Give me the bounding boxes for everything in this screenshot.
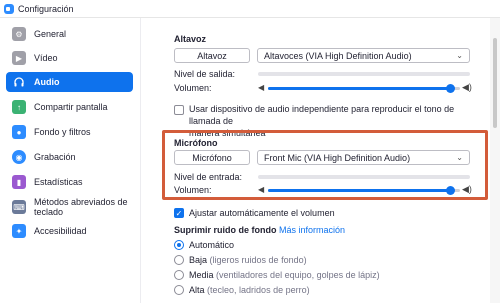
noise-option-high-label: Alta (tecleo, ladridos de perro): [189, 285, 310, 295]
auto-adjust-volume-label: Ajustar automáticamente el volumen: [189, 208, 335, 218]
sidebar-item-statistics[interactable]: ▮ Estadísticas: [6, 172, 133, 192]
volume-high-icon: ◀): [462, 184, 472, 194]
accessibility-icon: ✦: [12, 224, 26, 238]
record-icon: ◉: [12, 150, 26, 164]
settings-sidebar: ⚙ General ▶ Vídeo Audio ↑ Compartir pant…: [0, 18, 141, 303]
sidebar-item-accessibility[interactable]: ✦ Accesibilidad: [6, 221, 133, 241]
chevron-down-icon: ⌄: [456, 153, 463, 162]
noise-option-auto-radio[interactable]: [174, 240, 184, 250]
noise-option-hint: (ligeros ruidos de fondo): [209, 255, 307, 265]
sidebar-item-label: Grabación: [34, 152, 76, 162]
keyboard-icon: ⌨: [12, 200, 26, 214]
sidebar-item-label: Métodos abreviados de teclado: [34, 197, 128, 217]
slider-fill: [268, 189, 450, 192]
sidebar-item-audio[interactable]: Audio: [6, 72, 133, 92]
test-speaker-button[interactable]: Altavoz: [174, 48, 250, 63]
noise-suppression-title-text: Suprimir ruido de fondo: [174, 225, 277, 235]
speaker-volume-label: Volumen:: [174, 83, 212, 93]
speaker-device-select[interactable]: Altavoces (VIA High Definition Audio) ⌄: [257, 48, 470, 63]
scrollbar-thumb[interactable]: [493, 38, 497, 128]
separate-device-label-line1: Usar dispositivo de audio independiente …: [189, 104, 455, 126]
sidebar-item-label: Compartir pantalla: [34, 102, 108, 112]
noise-option-label: Baja: [189, 255, 208, 265]
title-bar: Configuración: [0, 0, 500, 18]
sidebar-item-share-screen[interactable]: ↑ Compartir pantalla: [6, 97, 133, 117]
noise-option-label: Automático: [189, 240, 235, 250]
speaker-volume-slider[interactable]: [268, 84, 460, 93]
more-info-link[interactable]: Más información: [279, 225, 345, 235]
sidebar-item-recording[interactable]: ◉ Grabación: [6, 147, 133, 167]
sidebar-item-label: Vídeo: [34, 53, 58, 63]
window-title: Configuración: [18, 3, 74, 14]
headphones-icon: [12, 75, 26, 89]
separate-device-label-line2: manera simultánea: [189, 128, 266, 138]
sidebar-item-label: Accesibilidad: [34, 226, 87, 236]
zoom-app-icon: [4, 3, 14, 14]
sidebar-item-keyboard-shortcuts[interactable]: ⌨ Métodos abreviados de teclado: [6, 194, 133, 220]
content-scrollbar[interactable]: [490, 18, 500, 303]
slider-knob[interactable]: [446, 186, 455, 195]
sidebar-item-background[interactable]: ● Fondo y filtros: [6, 122, 133, 142]
noise-option-low-label: Baja (ligeros ruidos de fondo): [189, 255, 307, 265]
separate-device-label: Usar dispositivo de audio independiente …: [189, 103, 487, 139]
speaker-section-title: Altavoz: [174, 34, 207, 44]
sidebar-item-label: General: [34, 29, 67, 39]
slider-fill: [268, 87, 450, 90]
noise-option-hint: (ventiladores del equipo, golpes de lápi…: [216, 270, 380, 280]
statistics-icon: ▮: [12, 175, 26, 189]
volume-high-icon: ◀): [462, 82, 472, 92]
noise-option-low-radio[interactable]: [174, 255, 184, 265]
noise-suppression-title: Suprimir ruido de fondo Más información: [174, 225, 345, 235]
input-level-meter: [258, 175, 470, 179]
test-microphone-button[interactable]: Micrófono: [174, 150, 250, 165]
sidebar-item-general[interactable]: ⚙ General: [6, 24, 133, 44]
share-screen-icon: ↑: [12, 100, 26, 114]
separate-device-checkbox[interactable]: [174, 105, 184, 115]
auto-adjust-volume-checkbox[interactable]: ✓: [174, 208, 184, 218]
output-level-meter: [258, 72, 470, 76]
sidebar-item-label: Fondo y filtros: [34, 127, 91, 137]
microphone-volume-label: Volumen:: [174, 185, 212, 195]
microphone-device-value: Front Mic (VIA High Definition Audio): [264, 152, 411, 163]
noise-option-high-radio[interactable]: [174, 285, 184, 295]
noise-option-medium-radio[interactable]: [174, 270, 184, 280]
input-level-label: Nivel de entrada:: [174, 172, 243, 182]
volume-low-icon: ◀: [258, 185, 265, 194]
microphone-section-title: Micrófono: [174, 138, 218, 148]
noise-option-label: Alta: [189, 285, 205, 295]
sidebar-item-label: Audio: [34, 77, 60, 87]
microphone-volume-slider[interactable]: [268, 186, 460, 195]
slider-knob[interactable]: [446, 84, 455, 93]
background-icon: ●: [12, 125, 26, 139]
gear-icon: ⚙: [12, 27, 26, 41]
microphone-device-select[interactable]: Front Mic (VIA High Definition Audio) ⌄: [257, 150, 470, 165]
volume-low-icon: ◀: [258, 83, 265, 92]
speaker-device-value: Altavoces (VIA High Definition Audio): [264, 50, 412, 61]
noise-option-hint: (tecleo, ladridos de perro): [207, 285, 310, 295]
sidebar-item-label: Estadísticas: [34, 177, 83, 187]
noise-option-auto-label: Automático: [189, 240, 234, 250]
noise-option-label: Media: [189, 270, 214, 280]
noise-option-medium-label: Media (ventiladores del equipo, golpes d…: [189, 270, 380, 280]
chevron-down-icon: ⌄: [456, 51, 463, 60]
sidebar-item-video[interactable]: ▶ Vídeo: [6, 48, 133, 68]
video-camera-icon: ▶: [12, 51, 26, 65]
output-level-label: Nivel de salida:: [174, 69, 236, 79]
